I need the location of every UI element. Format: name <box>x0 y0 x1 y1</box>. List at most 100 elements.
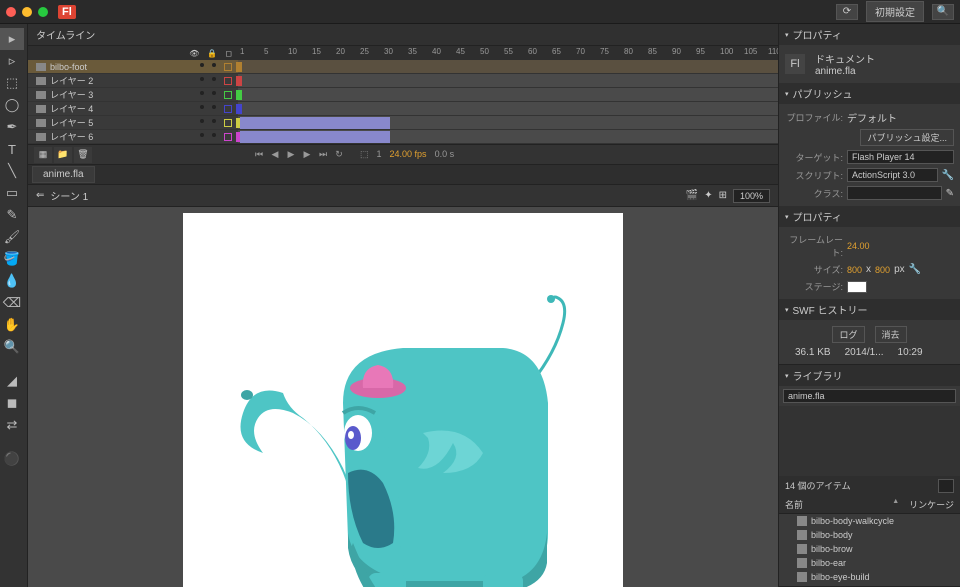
swap-colors[interactable]: ⇄ <box>0 414 24 436</box>
lock-toggle[interactable] <box>212 91 216 95</box>
edit-symbol-icon[interactable]: ✦ <box>704 190 712 201</box>
back-icon[interactable]: ⇐ <box>36 190 44 201</box>
visibility-toggle[interactable] <box>200 77 204 81</box>
outline-toggle[interactable] <box>224 77 232 85</box>
library-name-column[interactable]: 名前 <box>785 498 803 511</box>
frame-track[interactable] <box>238 116 778 129</box>
target-select[interactable]: Flash Player 14 <box>847 150 954 164</box>
stage-area[interactable] <box>28 207 778 587</box>
library-panel-tab[interactable]: ライブラリ <box>779 365 960 386</box>
lock-toggle[interactable] <box>212 77 216 81</box>
library-search-input[interactable] <box>938 479 954 493</box>
library-item[interactable]: bilbo-body-walkcycle <box>779 514 960 528</box>
next-frame-button[interactable]: ▶ <box>300 148 314 162</box>
snap-option[interactable]: ⚫ <box>0 448 24 470</box>
frame-track[interactable] <box>238 60 778 73</box>
visibility-toggle[interactable] <box>200 105 204 109</box>
frame-track[interactable] <box>238 130 778 143</box>
clear-button[interactable]: 消去 <box>875 326 907 343</box>
scene-name[interactable]: シーン 1 <box>50 188 88 203</box>
wrench-icon[interactable]: 🔧 <box>942 170 954 181</box>
lock-toggle[interactable] <box>212 105 216 109</box>
pen-tool[interactable]: ✒ <box>0 116 24 138</box>
visibility-toggle[interactable] <box>200 133 204 137</box>
workspace-preset-button[interactable]: 初期設定 <box>866 1 924 22</box>
frame-ruler[interactable]: 1510152025303540455055606570758085909510… <box>238 46 778 60</box>
minimize-window-button[interactable] <box>22 7 32 17</box>
properties-section-header[interactable]: プロパティ <box>779 206 960 227</box>
properties-panel-tab[interactable]: プロパティ <box>779 24 960 45</box>
pencil-tool[interactable]: ✎ <box>0 204 24 226</box>
workspace-icon[interactable]: ⊞ <box>719 190 727 201</box>
library-item[interactable]: bilbo-brow <box>779 542 960 556</box>
frame-track[interactable] <box>238 74 778 87</box>
stage-color-swatch[interactable] <box>847 281 867 293</box>
new-layer-button[interactable]: ▦ <box>34 147 52 163</box>
publish-settings-button[interactable]: パブリッシュ設定... <box>860 129 954 146</box>
library-items-list[interactable]: bilbo-body-walkcyclebilbo-bodybilbo-brow… <box>779 514 960 586</box>
subselection-tool[interactable]: ▹ <box>0 50 24 72</box>
class-input[interactable] <box>847 186 942 200</box>
outline-toggle[interactable] <box>224 91 232 99</box>
edit-scene-icon[interactable]: 🎬 <box>686 190 698 201</box>
lock-toggle[interactable] <box>212 119 216 123</box>
search-icon[interactable]: 🔍 <box>932 4 954 20</box>
publish-section-header[interactable]: パブリッシュ <box>779 83 960 104</box>
width-field[interactable]: 800 <box>847 265 862 275</box>
swf-history-header[interactable]: SWF ヒストリー <box>779 299 960 320</box>
text-tool[interactable]: T <box>0 138 24 160</box>
line-tool[interactable]: ╲ <box>0 160 24 182</box>
library-linkage-column[interactable]: リンケージ <box>909 498 954 511</box>
layer-row[interactable]: レイヤー 3 <box>28 88 778 102</box>
rectangle-tool[interactable]: ▭ <box>0 182 24 204</box>
hand-tool[interactable]: ✋ <box>0 314 24 336</box>
layer-row[interactable]: レイヤー 6 <box>28 130 778 144</box>
layer-row[interactable]: bilbo-foot <box>28 60 778 74</box>
frame-track[interactable] <box>238 102 778 115</box>
fps-field[interactable]: 24.00 <box>847 241 870 251</box>
library-item[interactable]: bilbo-body <box>779 528 960 542</box>
outline-toggle[interactable] <box>224 119 232 127</box>
close-window-button[interactable] <box>6 7 16 17</box>
advanced-settings-icon[interactable]: 🔧 <box>909 264 921 275</box>
document-tab[interactable]: anime.fla <box>32 166 95 183</box>
fill-color[interactable]: ◼ <box>0 392 24 414</box>
height-field[interactable]: 800 <box>875 265 890 275</box>
library-item[interactable]: bilbo-eyeball <box>779 584 960 586</box>
visibility-icon[interactable]: 👁 <box>189 49 199 58</box>
library-item[interactable]: bilbo-eye-build <box>779 570 960 584</box>
lock-icon[interactable]: 🔒 <box>207 49 217 58</box>
layer-row[interactable]: レイヤー 2 <box>28 74 778 88</box>
zoom-select[interactable]: 100% <box>733 189 770 203</box>
library-doc-select[interactable]: anime.fla <box>783 389 956 403</box>
delete-layer-button[interactable]: 🗑 <box>74 147 92 163</box>
free-transform-tool[interactable]: ⬚ <box>0 72 24 94</box>
outline-icon[interactable]: ◻ <box>225 49 232 58</box>
outline-toggle[interactable] <box>224 105 232 113</box>
last-frame-button[interactable]: ⏭ <box>316 148 330 162</box>
eraser-tool[interactable]: ⌫ <box>0 292 24 314</box>
lock-toggle[interactable] <box>212 63 216 67</box>
outline-toggle[interactable] <box>224 63 232 71</box>
lasso-tool[interactable]: ◯ <box>0 94 24 116</box>
layer-row[interactable]: レイヤー 5 <box>28 116 778 130</box>
elephant-artwork[interactable] <box>203 273 603 587</box>
outline-toggle[interactable] <box>224 133 232 141</box>
stroke-color[interactable]: ◢ <box>0 370 24 392</box>
stage[interactable] <box>183 213 623 587</box>
pencil-icon[interactable]: ✎ <box>946 188 954 199</box>
zoom-tool[interactable]: 🔍 <box>0 336 24 358</box>
first-frame-button[interactable]: ⏮ <box>252 148 266 162</box>
paint-bucket-tool[interactable]: 🪣 <box>0 248 24 270</box>
visibility-toggle[interactable] <box>200 119 204 123</box>
visibility-toggle[interactable] <box>200 63 204 67</box>
maximize-window-button[interactable] <box>38 7 48 17</box>
visibility-toggle[interactable] <box>200 91 204 95</box>
sort-indicator-icon[interactable]: ▲ <box>892 498 899 511</box>
fps-value[interactable]: 24.00 fps <box>390 149 427 160</box>
eyedropper-tool[interactable]: 💧 <box>0 270 24 292</box>
layer-row[interactable]: レイヤー 4 <box>28 102 778 116</box>
new-folder-button[interactable]: 📁 <box>54 147 72 163</box>
loop-button[interactable]: ↻ <box>332 148 346 162</box>
selection-tool[interactable]: ▸ <box>0 28 24 50</box>
